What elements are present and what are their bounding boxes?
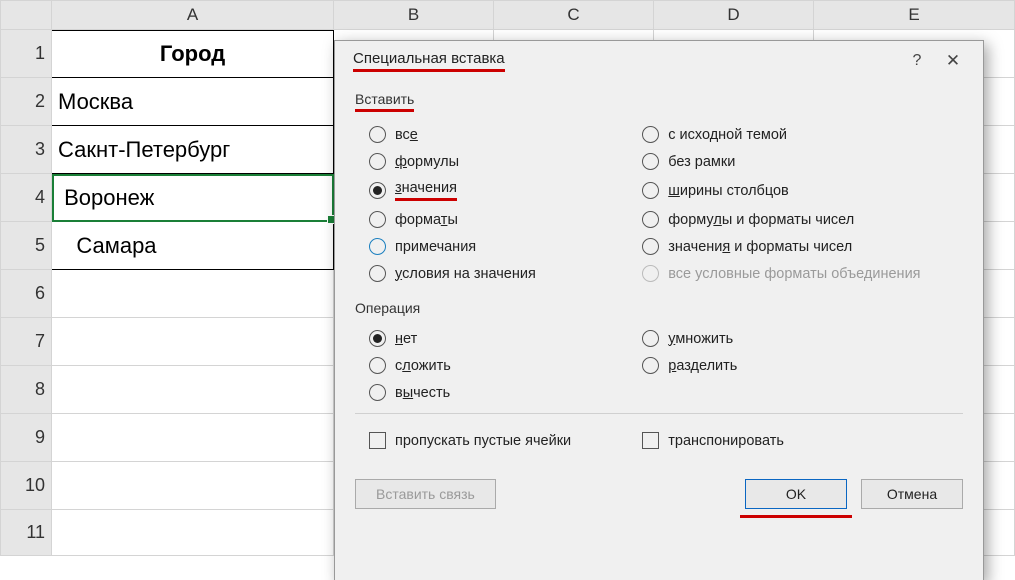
row-header-10[interactable]: 10 [0, 462, 52, 510]
cell-a3[interactable]: Сакнт-Петербург [52, 126, 334, 174]
ok-button[interactable]: OK [745, 479, 847, 509]
column-header-a[interactable]: A [52, 0, 334, 30]
row-header-6[interactable]: 6 [0, 270, 52, 318]
radio-no-border[interactable]: без рамки [642, 153, 963, 170]
cell-a6[interactable] [52, 270, 334, 318]
row-header-3[interactable]: 3 [0, 126, 52, 174]
radio-op-divide[interactable]: разделить [642, 357, 963, 374]
cell-a1[interactable]: Город [52, 30, 334, 78]
row-header-9[interactable]: 9 [0, 414, 52, 462]
radio-op-none[interactable]: нет [369, 330, 642, 347]
radio-op-add[interactable]: сложить [369, 357, 642, 374]
radio-all[interactable]: все [369, 126, 642, 143]
paste-special-dialog: Специальная вставка ? ✕ Вставить все с и… [334, 40, 984, 580]
radio-all-merging-conditional-formats: все условные форматы объединения [642, 265, 963, 282]
row-header-2[interactable]: 2 [0, 78, 52, 126]
radio-formulas-number-formats[interactable]: формулы и форматы чисел [642, 211, 963, 228]
checkbox-skip-blanks[interactable]: пропускать пустые ячейки [369, 432, 642, 449]
close-icon[interactable]: ✕ [935, 51, 971, 71]
radio-source-theme[interactable]: с исходной темой [642, 126, 963, 143]
cell-a10[interactable] [52, 462, 334, 510]
cell-a7[interactable] [52, 318, 334, 366]
cell-a2[interactable]: Москва [52, 78, 334, 126]
row-header-4[interactable]: 4 [0, 174, 52, 222]
cell-a4[interactable]: Воронеж [52, 174, 334, 222]
column-header-e[interactable]: E [814, 0, 1015, 30]
help-button[interactable]: ? [899, 52, 935, 70]
radio-validation[interactable]: условия на значения [369, 265, 642, 282]
radio-values-number-formats[interactable]: значения и форматы чисел [642, 238, 963, 255]
group-paste-label: Вставить [355, 91, 963, 112]
checkbox-transpose[interactable]: транспонировать [642, 432, 963, 449]
radio-comments[interactable]: примечания [369, 238, 642, 255]
row-header-11[interactable]: 11 [0, 510, 52, 556]
column-header-c[interactable]: C [494, 0, 654, 30]
radio-formulas[interactable]: формулы [369, 153, 642, 170]
cell-a9[interactable] [52, 414, 334, 462]
select-all-corner[interactable] [0, 0, 52, 30]
row-header-5[interactable]: 5 [0, 222, 52, 270]
radio-op-subtract[interactable]: вычесть [369, 384, 642, 401]
row-header-7[interactable]: 7 [0, 318, 52, 366]
group-operation-label: Операция [355, 300, 963, 316]
radio-column-widths[interactable]: ширины столбцов [642, 180, 963, 201]
cell-a11[interactable] [52, 510, 334, 556]
row-header-1[interactable]: 1 [0, 30, 52, 78]
radio-formats[interactable]: форматы [369, 211, 642, 228]
radio-op-multiply[interactable]: умножить [642, 330, 963, 347]
paste-link-button: Вставить связь [355, 479, 496, 509]
cell-a8[interactable] [52, 366, 334, 414]
row-header-8[interactable]: 8 [0, 366, 52, 414]
cell-a5[interactable]: Самара [52, 222, 334, 270]
column-header-d[interactable]: D [654, 0, 814, 30]
column-header-b[interactable]: B [334, 0, 494, 30]
dialog-title: Специальная вставка [353, 50, 899, 72]
radio-values[interactable]: значения [369, 180, 642, 201]
cancel-button[interactable]: Отмена [861, 479, 963, 509]
